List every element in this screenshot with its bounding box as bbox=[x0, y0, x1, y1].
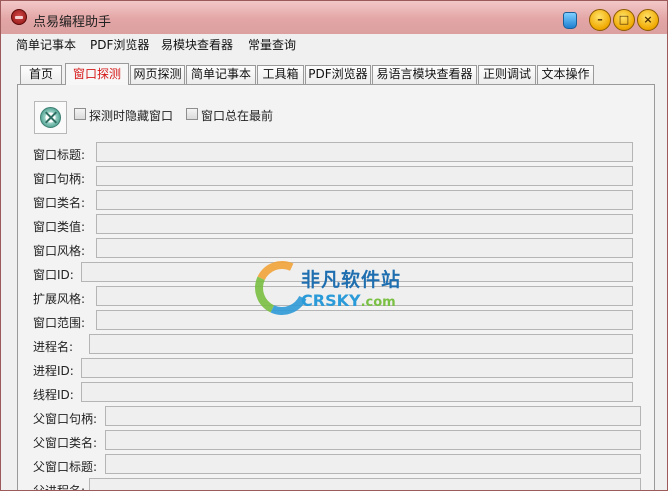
always-on-top-label: 窗口总在最前 bbox=[201, 109, 274, 123]
ext-style-field[interactable] bbox=[96, 286, 633, 306]
tab-home[interactable]: 首页 bbox=[20, 65, 62, 84]
process-name-field[interactable] bbox=[89, 334, 633, 354]
minimize-button[interactable]: – bbox=[589, 9, 611, 31]
field-label-process-id: 进程ID: bbox=[33, 364, 74, 378]
field-label-process-name: 进程名: bbox=[33, 340, 74, 354]
tab-toolbox[interactable]: 工具箱 bbox=[257, 65, 304, 84]
process-id-field[interactable] bbox=[81, 358, 633, 378]
window-class-value-field[interactable] bbox=[96, 214, 633, 234]
probe-target-button[interactable] bbox=[34, 101, 67, 134]
field-label-window-title: 窗口标题: bbox=[33, 148, 86, 162]
tab-web-probe[interactable]: 网页探测 bbox=[130, 65, 185, 84]
field-label-window-class-value: 窗口类值: bbox=[33, 220, 86, 234]
window-title-field[interactable] bbox=[96, 142, 633, 162]
tab-module-viewer[interactable]: 易语言模块查看器 bbox=[372, 65, 477, 84]
field-label-parent-handle: 父窗口句柄: bbox=[33, 412, 98, 426]
field-label-window-style: 窗口风格: bbox=[33, 244, 86, 258]
tab-regex-debug[interactable]: 正则调试 bbox=[478, 65, 536, 84]
close-button[interactable]: × bbox=[637, 9, 659, 31]
window-class-field[interactable] bbox=[96, 190, 633, 210]
field-label-parent-process: 父进程名: bbox=[33, 484, 86, 491]
title-bar[interactable]: 点易编程助手 – □ × bbox=[1, 1, 667, 34]
tab-text-ops[interactable]: 文本操作 bbox=[537, 65, 594, 84]
menu-pdf-viewer[interactable]: PDF浏览器 bbox=[90, 36, 149, 53]
tab-window-probe[interactable]: 窗口探测 bbox=[65, 63, 129, 85]
crosshair-icon bbox=[40, 107, 61, 128]
parent-process-field[interactable] bbox=[89, 478, 641, 490]
parent-handle-field[interactable] bbox=[105, 406, 641, 426]
field-label-thread-id: 线程ID: bbox=[33, 388, 74, 402]
thread-id-field[interactable] bbox=[81, 382, 633, 402]
window-id-field[interactable] bbox=[81, 262, 633, 282]
field-label-window-rect: 窗口范围: bbox=[33, 316, 86, 330]
field-label-ext-style: 扩展风格: bbox=[33, 292, 86, 306]
window-style-field[interactable] bbox=[96, 238, 633, 258]
tab-pdf-viewer[interactable]: PDF浏览器 bbox=[305, 65, 371, 84]
field-label-window-id: 窗口ID: bbox=[33, 268, 74, 282]
window-handle-field[interactable] bbox=[96, 166, 633, 186]
app-logo-icon bbox=[11, 9, 27, 25]
parent-title-field[interactable] bbox=[105, 454, 641, 474]
hide-on-probe-label: 探测时隐藏窗口 bbox=[89, 109, 174, 123]
checkbox-box[interactable] bbox=[186, 108, 198, 120]
app-window: 点易编程助手 – □ × 简单记事本 PDF浏览器 易模块查看器 常量查询 首页… bbox=[0, 0, 668, 491]
window-rect-field[interactable] bbox=[96, 310, 633, 330]
menu-notepad[interactable]: 简单记事本 bbox=[16, 36, 76, 53]
menu-module-viewer[interactable]: 易模块查看器 bbox=[161, 36, 233, 53]
menu-bar: 简单记事本 PDF浏览器 易模块查看器 常量查询 bbox=[1, 34, 667, 54]
maximize-button[interactable]: □ bbox=[613, 9, 635, 31]
window-title: 点易编程助手 bbox=[33, 15, 112, 30]
tab-strip: 首页 窗口探测 网页探测 简单记事本 工具箱 PDF浏览器 易语言模块查看器 正… bbox=[17, 63, 657, 85]
field-label-window-class: 窗口类名: bbox=[33, 196, 86, 210]
field-label-parent-title: 父窗口标题: bbox=[33, 460, 98, 474]
tab-notepad[interactable]: 简单记事本 bbox=[186, 65, 256, 84]
field-label-parent-class: 父窗口类名: bbox=[33, 436, 98, 450]
menu-constant-lookup[interactable]: 常量查询 bbox=[248, 36, 296, 53]
skin-icon[interactable] bbox=[563, 12, 577, 29]
checkbox-box[interactable] bbox=[74, 108, 86, 120]
parent-class-field[interactable] bbox=[105, 430, 641, 450]
field-label-window-handle: 窗口句柄: bbox=[33, 172, 86, 186]
